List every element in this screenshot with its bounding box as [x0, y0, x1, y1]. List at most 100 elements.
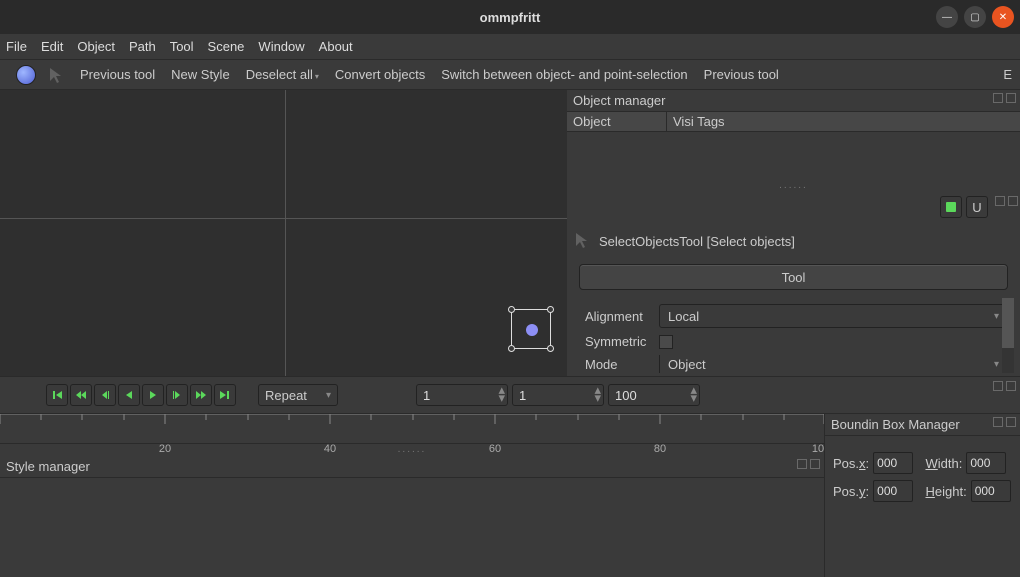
menu-scene[interactable]: Scene: [208, 39, 245, 54]
posy-input[interactable]: [873, 480, 913, 502]
symmetric-checkbox[interactable]: [659, 335, 673, 349]
menu-object[interactable]: Object: [77, 39, 115, 54]
tool-tab-button[interactable]: Tool: [579, 264, 1008, 290]
splitter-handle[interactable]: ......: [0, 444, 824, 456]
switch-selection-button[interactable]: Switch between object- and point-selecti…: [437, 65, 691, 84]
convert-objects-button[interactable]: Convert objects: [331, 65, 429, 84]
timeline-toolbar: Repeat 1 ▴▾ 1 ▴▾ 100 ▴▾: [0, 376, 1020, 414]
previous-tool-button[interactable]: Previous tool: [76, 65, 159, 84]
bbm-title: Boundin Box Manager: [831, 417, 960, 432]
menu-about[interactable]: About: [319, 39, 353, 54]
width-label: Width:: [926, 456, 963, 471]
end-frame-value: 100: [615, 388, 637, 403]
previous-tool-button-2[interactable]: Previous tool: [700, 65, 783, 84]
object-tree-header: Object Visi Tags: [567, 112, 1020, 132]
height-input[interactable]: [971, 480, 1011, 502]
jump-back-button[interactable]: [70, 384, 92, 406]
mode-label: Mode: [585, 357, 653, 372]
main-toolbar: Previous tool New Style Deselect all Con…: [0, 60, 1020, 90]
minimize-button[interactable]: —: [936, 6, 958, 28]
menubar: File Edit Object Path Tool Scene Window …: [0, 34, 1020, 60]
height-label: Height:: [926, 484, 967, 499]
jump-fwd-button[interactable]: [190, 384, 212, 406]
col-object: Object: [567, 112, 667, 131]
alignment-label: Alignment: [585, 309, 653, 324]
step-fwd-button[interactable]: [166, 384, 188, 406]
loop-mode-value: Repeat: [265, 388, 307, 403]
width-input[interactable]: [966, 452, 1006, 474]
handle-tl[interactable]: [508, 306, 515, 313]
window-title: ommpfritt: [480, 10, 541, 25]
menu-edit[interactable]: Edit: [41, 39, 63, 54]
style-manager-body[interactable]: [0, 478, 824, 577]
viewport-canvas[interactable]: [0, 90, 567, 376]
u-button-label: U: [972, 200, 981, 215]
go-end-button[interactable]: [214, 384, 236, 406]
undock-icon[interactable]: [995, 196, 1005, 206]
handle-center[interactable]: [526, 324, 538, 336]
undock-icon[interactable]: [993, 93, 1003, 103]
undock-icon[interactable]: [993, 417, 1003, 427]
orb-tool-icon[interactable]: [16, 65, 36, 85]
play-back-button[interactable]: [118, 384, 140, 406]
col-visi-tags: Visi Tags: [667, 112, 1020, 131]
alignment-combo[interactable]: Local: [659, 304, 1008, 328]
deselect-all-button[interactable]: Deselect all: [242, 65, 323, 84]
close-panel-icon[interactable]: [1008, 196, 1018, 206]
green-tag-button[interactable]: [940, 196, 962, 218]
ruler-tick-100: 10: [812, 443, 824, 455]
close-panel-icon[interactable]: [1006, 93, 1016, 103]
cursor-tool-icon[interactable]: [44, 65, 68, 85]
handle-br[interactable]: [547, 345, 554, 352]
menu-tool[interactable]: Tool: [170, 39, 194, 54]
handle-bl[interactable]: [508, 345, 515, 352]
handle-tr[interactable]: [547, 306, 554, 313]
close-panel-icon[interactable]: [810, 459, 820, 469]
timeline-ruler[interactable]: 20 40 60 80 10: [0, 414, 824, 444]
ruler-tick-60: 60: [489, 443, 501, 455]
menu-window[interactable]: Window: [258, 39, 304, 54]
play-button[interactable]: [142, 384, 164, 406]
tool-tab-label: Tool: [782, 270, 806, 285]
undock-icon[interactable]: [993, 381, 1003, 391]
u-button[interactable]: U: [966, 196, 988, 218]
start-frame-value: 1: [423, 388, 430, 403]
ruler-tick-80: 80: [654, 443, 666, 455]
posx-input[interactable]: [873, 452, 913, 474]
posx-label: Pos.x:: [833, 456, 869, 471]
splitter-handle[interactable]: ......: [567, 178, 1020, 193]
properties-scrollbar[interactable]: [1002, 298, 1014, 373]
posy-label: Pos.y:: [833, 484, 869, 499]
close-panel-icon[interactable]: [1006, 417, 1016, 427]
object-tree-body[interactable]: [567, 132, 1020, 178]
close-button[interactable]: ✕: [992, 6, 1014, 28]
toolbar-overflow[interactable]: E: [1003, 67, 1016, 82]
end-frame-spin[interactable]: 100 ▴▾: [608, 384, 700, 406]
step-back-button[interactable]: [94, 384, 116, 406]
style-manager-header: Style manager: [0, 456, 824, 478]
ruler-tick-20: 20: [159, 443, 171, 455]
go-start-button[interactable]: [46, 384, 68, 406]
new-style-button[interactable]: New Style: [167, 65, 234, 84]
style-manager-title: Style manager: [6, 459, 90, 474]
menu-path[interactable]: Path: [129, 39, 156, 54]
current-frame-value: 1: [519, 388, 526, 403]
selection-box[interactable]: [511, 309, 551, 349]
titlebar: ommpfritt — ▢ ✕: [0, 0, 1020, 34]
undock-icon[interactable]: [797, 459, 807, 469]
close-panel-icon[interactable]: [1006, 381, 1016, 391]
alignment-value: Local: [668, 309, 699, 324]
bbm-header: Boundin Box Manager: [825, 414, 1020, 436]
maximize-button[interactable]: ▢: [964, 6, 986, 28]
grid-line-horizontal: [0, 218, 567, 219]
mode-combo[interactable]: Object: [659, 355, 1008, 373]
cursor-icon: [573, 231, 591, 252]
tool-header-label: SelectObjectsTool [Select objects]: [599, 234, 795, 249]
object-manager-header: Object manager: [567, 90, 1020, 112]
start-frame-spin[interactable]: 1 ▴▾: [416, 384, 508, 406]
mode-value: Object: [668, 357, 706, 372]
current-frame-spin[interactable]: 1 ▴▾: [512, 384, 604, 406]
menu-file[interactable]: File: [6, 39, 27, 54]
loop-mode-combo[interactable]: Repeat: [258, 384, 338, 406]
ruler-tick-40: 40: [324, 443, 336, 455]
